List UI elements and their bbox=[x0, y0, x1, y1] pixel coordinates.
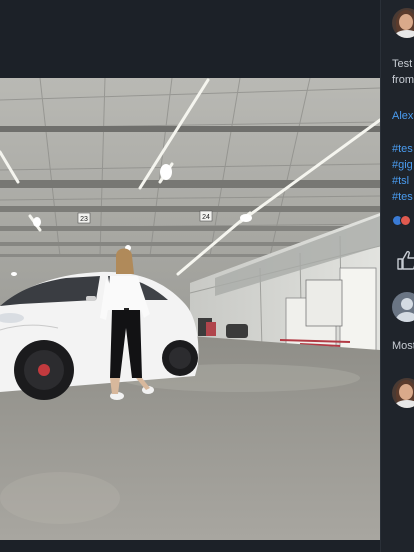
beam bbox=[0, 206, 380, 212]
commenter-profile-icon[interactable] bbox=[392, 292, 414, 322]
hashtag-link[interactable]: #tes bbox=[392, 143, 413, 156]
caption-line-2: from bbox=[392, 74, 414, 86]
beam bbox=[0, 126, 380, 132]
hashtag-link[interactable]: #tes bbox=[392, 191, 413, 204]
commenter-text: Most bbox=[392, 340, 414, 352]
sign-24-label: 24 bbox=[202, 214, 210, 221]
sign-23-label: 23 bbox=[80, 216, 88, 223]
reaction-counts[interactable] bbox=[392, 215, 414, 227]
divider bbox=[380, 0, 381, 552]
hashtag-link[interactable]: #gig bbox=[392, 159, 413, 172]
author-link[interactable]: Alex bbox=[392, 110, 413, 123]
author-avatar[interactable] bbox=[392, 8, 414, 38]
caption-line-1: Test bbox=[392, 58, 413, 70]
love-reaction-icon bbox=[400, 215, 411, 226]
equipment-frame bbox=[339, 267, 377, 353]
post-viewer: 23 24 Test from Alex #tes #gig #tsl #tes… bbox=[0, 0, 414, 552]
hashtag-link[interactable]: #tsl bbox=[392, 175, 409, 188]
garage-photo-illustration: 23 24 bbox=[0, 78, 380, 540]
beam bbox=[0, 226, 380, 231]
like-button-icon[interactable] bbox=[396, 250, 414, 270]
beam bbox=[0, 180, 380, 188]
comment-avatar[interactable] bbox=[392, 378, 414, 408]
post-photo[interactable]: 23 24 bbox=[0, 78, 380, 540]
